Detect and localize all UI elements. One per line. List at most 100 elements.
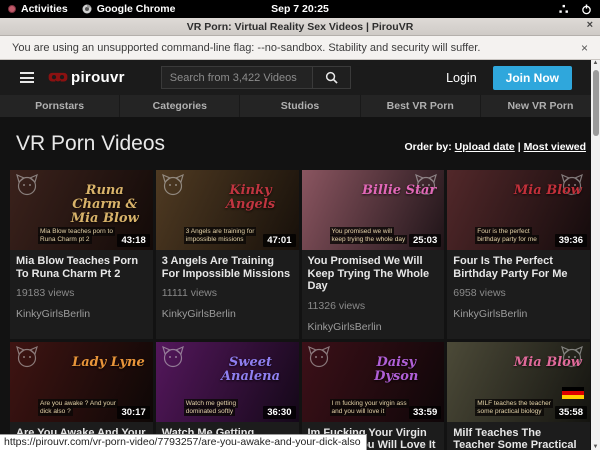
recording-indicator-icon [8, 5, 16, 13]
video-grid: Runa Charm & Mia Blow Mia Blow teaches p… [10, 170, 590, 450]
view-count: 11326 views [308, 300, 439, 312]
video-card[interactable]: Mia Blow Four is the perfect birthday pa… [447, 170, 590, 339]
order-link-upload-date[interactable]: Upload date [455, 141, 515, 153]
chrome-warning-infobar: You are using an unsupported command-lin… [0, 36, 600, 60]
logo-text: pirouvr [71, 69, 125, 86]
studio-link[interactable]: KinkyGirlsBerlin [16, 308, 147, 320]
video-info: Four Is The Perfect Birthday Party For M… [447, 250, 590, 326]
duration-badge: 39:36 [555, 234, 587, 247]
studio-link[interactable]: KinkyGirlsBerlin [453, 308, 584, 320]
system-tray-icon[interactable] [558, 4, 569, 15]
thumbnail-caption: You promised we will keep trying the who… [330, 228, 408, 244]
thumbnail-performer-name: Sweet Analena [211, 356, 291, 384]
duration-badge: 35:58 [555, 406, 587, 419]
video-thumbnail[interactable]: Daisy Dyson I m fucking your virgin ass … [302, 342, 445, 422]
studio-cat-logo-icon [161, 346, 185, 368]
status-url-tooltip: https://pirouvr.com/vr-porn-video/779325… [0, 434, 367, 450]
duration-badge: 47:01 [263, 234, 295, 247]
app-menu-label: Google Chrome [97, 3, 176, 15]
video-thumbnail[interactable]: Billie Star You promised we will keep tr… [302, 170, 445, 250]
studio-cat-logo-icon [15, 346, 39, 368]
video-thumbnail[interactable]: Runa Charm & Mia Blow Mia Blow teaches p… [10, 170, 153, 250]
page-heading-row: VR Porn Videos Order by: Upload date | M… [0, 117, 600, 164]
vr-goggles-icon [48, 71, 68, 84]
video-card[interactable]: Mia Blow MILF teaches the teacher some p… [447, 342, 590, 450]
window-title-bar: VR Porn: Virtual Reality Sex Videos | Pi… [0, 18, 600, 36]
thumbnail-caption: Watch me getting dominated softly [184, 400, 262, 416]
duration-badge: 36:30 [263, 406, 295, 419]
infobar-close-button[interactable]: × [581, 41, 588, 55]
video-thumbnail[interactable]: Lady Lyne Are you awake ? And your dick … [10, 342, 153, 422]
nav-item-categories[interactable]: Categories [120, 95, 240, 117]
activities-button[interactable]: Activities [8, 3, 68, 15]
view-count: 11111 views [162, 287, 293, 299]
scrollbar-thumb[interactable] [593, 70, 599, 136]
thumbnail-caption: 3 Angels are training for impossible mis… [184, 228, 262, 244]
nav-item-studios[interactable]: Studios [240, 95, 360, 117]
video-thumbnail[interactable]: Mia Blow MILF teaches the teacher some p… [447, 342, 590, 422]
app-menu-google-chrome[interactable]: Google Chrome [82, 3, 176, 15]
thumbnail-performer-name: Kinky Angels [211, 184, 291, 212]
page-title: VR Porn Videos [16, 132, 165, 156]
thumbnail-caption: Four is the perfect birthday party for m… [475, 228, 553, 244]
video-title[interactable]: You Promised We Will Keep Trying The Who… [308, 255, 439, 293]
video-thumbnail[interactable]: Sweet Analena Watch me getting dominated… [156, 342, 299, 422]
video-title[interactable]: Mia Blow Teaches Porn To Runa Charm Pt 2 [16, 255, 147, 280]
search-bar [161, 66, 351, 89]
order-separator: | [518, 141, 521, 153]
studio-cat-logo-icon [307, 346, 331, 368]
search-icon [325, 71, 338, 84]
thumbnail-caption: Mia Blow teaches porn to Runa Charm pt 2 [38, 228, 116, 244]
view-count: 19183 views [16, 287, 147, 299]
studio-cat-logo-icon [161, 174, 185, 196]
video-title[interactable]: Four Is The Perfect Birthday Party For M… [453, 255, 584, 280]
thumbnail-performer-name: Runa Charm & Mia Blow [65, 184, 145, 226]
video-card[interactable]: Billie Star You promised we will keep tr… [302, 170, 445, 339]
video-card[interactable]: Kinky Angels 3 Angels are training for i… [156, 170, 299, 339]
video-title[interactable]: Milf Teaches The Teacher Some Practical … [453, 427, 584, 450]
order-by: Order by: Upload date | Most viewed [404, 141, 586, 153]
duration-badge: 30:17 [117, 406, 149, 419]
video-thumbnail[interactable]: Mia Blow Four is the perfect birthday pa… [447, 170, 590, 250]
video-thumbnail[interactable]: Kinky Angels 3 Angels are training for i… [156, 170, 299, 250]
thumbnail-performer-name: Mia Blow [514, 184, 582, 198]
search-button[interactable] [313, 66, 351, 89]
site-header: pirouvr Login Join Now [0, 60, 600, 95]
system-top-bar: Activities Google Chrome Sep 7 20:25 [0, 0, 600, 18]
clock[interactable]: Sep 7 20:25 [271, 3, 329, 15]
join-now-button[interactable]: Join Now [493, 66, 572, 90]
scrollbar-down-arrow[interactable]: ▼ [591, 444, 600, 450]
video-info: Milf Teaches The Teacher Some Practical … [447, 422, 590, 450]
view-count: 6958 views [453, 287, 584, 299]
thumbnail-caption: Are you awake ? And your dick also ? [38, 400, 116, 416]
thumbnail-performer-name: Mia Blow [514, 356, 582, 370]
thumbnail-caption: I m fucking your virgin ass and you will… [330, 400, 408, 416]
nav-item-best-vr-porn[interactable]: Best VR Porn [361, 95, 481, 117]
order-link-most-viewed[interactable]: Most viewed [524, 141, 586, 153]
video-info: 3 Angels Are Training For Impossible Mis… [156, 250, 299, 326]
power-icon[interactable] [581, 4, 592, 15]
thumbnail-performer-name: Lady Lyne [72, 356, 145, 370]
site-logo[interactable]: pirouvr [48, 69, 125, 86]
video-title[interactable]: 3 Angels Are Training For Impossible Mis… [162, 255, 293, 280]
nav-item-pornstars[interactable]: Pornstars [0, 95, 120, 117]
warning-message: You are using an unsupported command-lin… [12, 42, 480, 54]
search-input[interactable] [161, 66, 313, 89]
studio-link[interactable]: KinkyGirlsBerlin [162, 308, 293, 320]
video-info: You Promised We Will Keep Trying The Who… [302, 250, 445, 339]
login-link[interactable]: Login [446, 71, 477, 85]
window-title: VR Porn: Virtual Reality Sex Videos | Pi… [187, 21, 414, 33]
studio-cat-logo-icon [15, 174, 39, 196]
thumbnail-performer-name: Daisy Dyson [356, 356, 436, 384]
studio-link[interactable]: KinkyGirlsBerlin [308, 321, 439, 333]
hamburger-menu-icon[interactable] [20, 70, 34, 86]
order-by-label: Order by: [404, 141, 451, 153]
duration-badge: 43:18 [117, 234, 149, 247]
page-scrollbar[interactable]: ▲ ▼ [591, 60, 600, 450]
window-close-button[interactable]: × [587, 19, 593, 31]
main-nav: Pornstars Categories Studios Best VR Por… [0, 95, 600, 117]
thumbnail-caption: MILF teaches the teacher some practical … [475, 400, 553, 416]
video-card[interactable]: Runa Charm & Mia Blow Mia Blow teaches p… [10, 170, 153, 339]
scrollbar-up-arrow[interactable]: ▲ [591, 60, 600, 66]
nav-item-new-vr-porn[interactable]: New VR Porn [481, 95, 600, 117]
